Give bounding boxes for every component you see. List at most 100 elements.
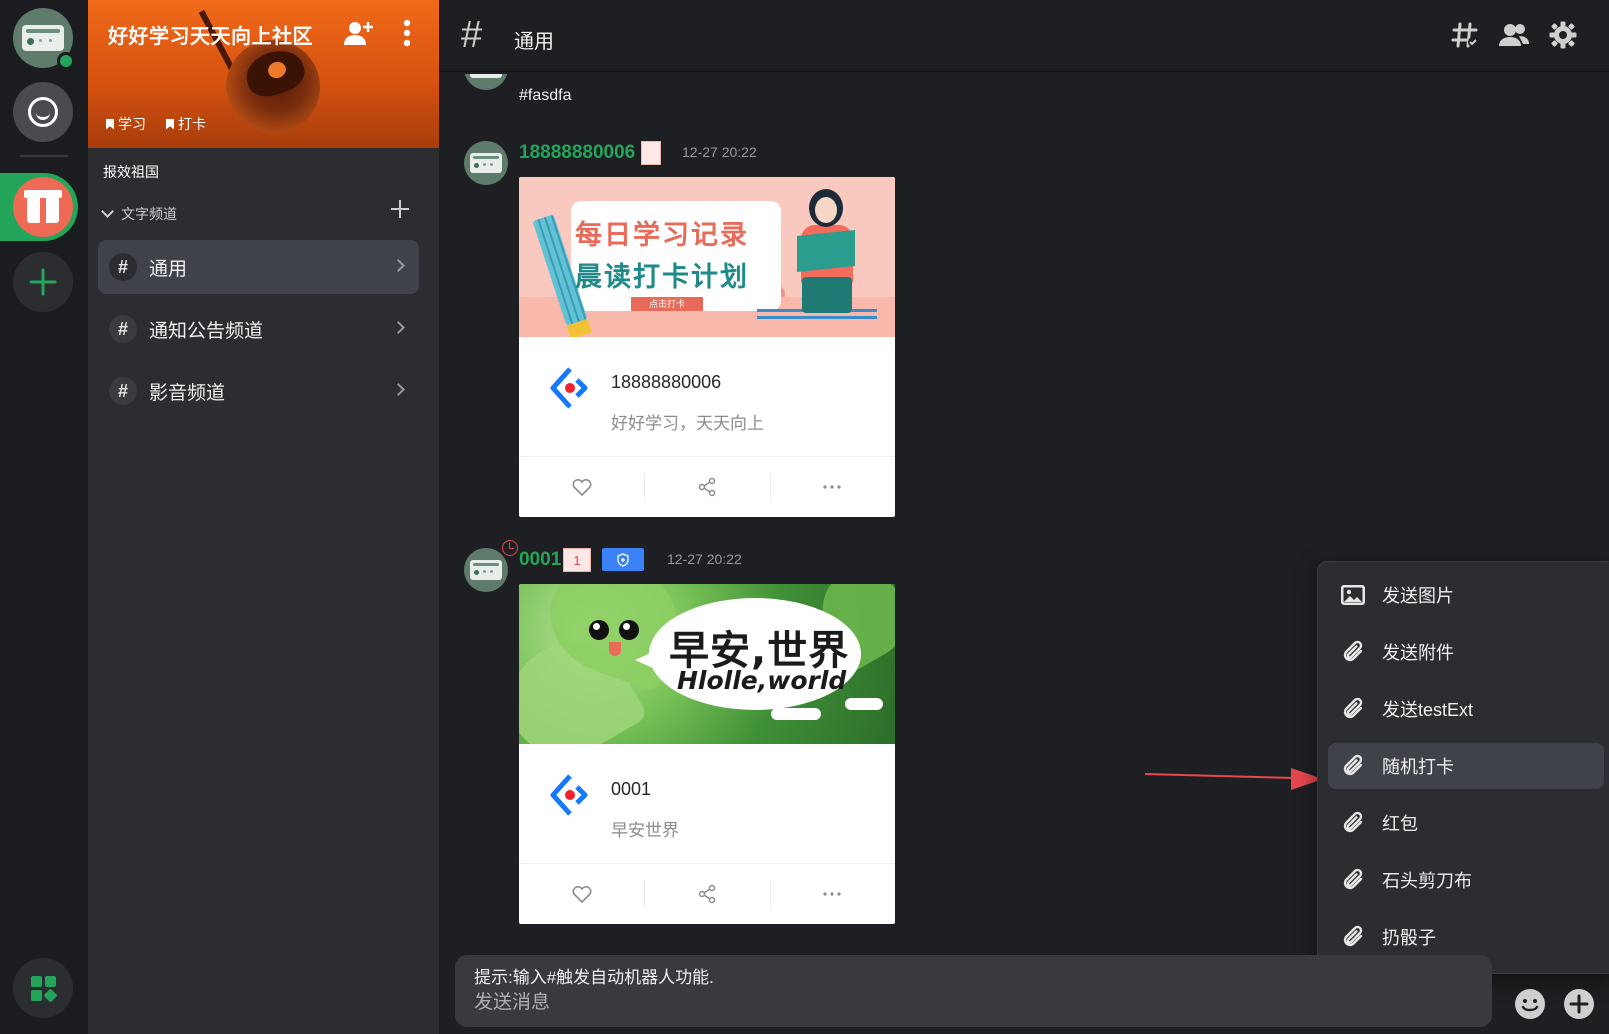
menu-item-roll-dice[interactable]: 扔骰子 bbox=[1328, 914, 1604, 960]
channel-item-media[interactable]: # 影音频道 bbox=[98, 364, 419, 418]
menu-item-random-checkin[interactable]: 随机打卡 bbox=[1328, 743, 1604, 789]
message-composer: 提示:输入#触发自动机器人功能. bbox=[455, 955, 1492, 1027]
card-image: 每日学习记录 晨读打卡计划 点击打卡 bbox=[519, 177, 895, 337]
category-label: 文字频道 bbox=[121, 206, 177, 222]
message-timestamp: 12-27 20:22 bbox=[667, 551, 742, 567]
menu-item-label: 发送附件 bbox=[1382, 643, 1454, 663]
heart-icon bbox=[572, 885, 592, 904]
chevron-right-icon bbox=[392, 321, 405, 334]
clock-icon bbox=[502, 540, 518, 556]
chevron-right-icon bbox=[392, 259, 405, 272]
community-tag: 打卡 bbox=[166, 114, 206, 134]
channel-sidebar: 好好学习天天向上社区 学习 打卡 报效祖国 文字频道 # 通用 # 通知公告频道 bbox=[88, 0, 439, 1034]
paperclip-icon bbox=[1340, 639, 1366, 665]
channel-header: # 通用 bbox=[439, 0, 1609, 72]
plus-icon bbox=[29, 268, 57, 296]
paperclip-icon bbox=[1340, 810, 1366, 836]
menu-item-label: 红包 bbox=[1382, 814, 1418, 834]
server-rail bbox=[0, 0, 88, 1034]
channel-name: 通知公告频道 bbox=[149, 320, 264, 342]
kebab-menu-icon bbox=[403, 19, 411, 47]
threads-button[interactable] bbox=[1448, 18, 1482, 52]
add-server-button[interactable] bbox=[13, 252, 73, 312]
menu-item-red-packet[interactable]: 红包 bbox=[1328, 800, 1604, 846]
direct-messages-button[interactable] bbox=[13, 82, 73, 142]
heart-icon bbox=[572, 478, 592, 497]
plus-icon bbox=[391, 200, 409, 218]
message-username[interactable]: 0001 bbox=[519, 549, 561, 571]
settings-button[interactable] bbox=[1546, 18, 1580, 52]
more-button[interactable] bbox=[769, 457, 895, 517]
role-badge bbox=[602, 548, 644, 571]
like-button[interactable] bbox=[519, 457, 644, 517]
bookmark-icon bbox=[166, 118, 174, 130]
community-tag: 学习 bbox=[106, 114, 146, 134]
channel-item-general[interactable]: # 通用 bbox=[98, 240, 419, 294]
community-title: 好好学习天天向上社区 bbox=[108, 26, 313, 48]
app-logo-icon bbox=[550, 367, 588, 409]
app-logo-icon bbox=[550, 774, 588, 816]
more-button[interactable] bbox=[769, 864, 895, 924]
message-timestamp: 12-27 20:22 bbox=[682, 144, 757, 160]
shield-icon bbox=[617, 552, 629, 567]
message-input[interactable] bbox=[474, 992, 1464, 1014]
card-description: 好好学习，天天向上 bbox=[611, 414, 764, 433]
like-button[interactable] bbox=[519, 864, 644, 924]
channel-category-toggle[interactable]: 文字频道 bbox=[101, 204, 177, 224]
menu-item-label: 随机打卡 bbox=[1382, 757, 1454, 777]
share-button[interactable] bbox=[644, 457, 769, 517]
hash-icon: # bbox=[109, 253, 137, 281]
attach-plus-button[interactable] bbox=[1561, 986, 1597, 1022]
smile-icon bbox=[28, 97, 58, 127]
online-status-dot bbox=[57, 52, 75, 70]
server-gift-icon[interactable] bbox=[13, 177, 73, 237]
hash-icon: # bbox=[109, 315, 137, 343]
card-title: 0001 bbox=[611, 779, 652, 799]
channel-name: 影音频道 bbox=[149, 382, 226, 404]
chevron-right-icon bbox=[392, 383, 405, 396]
menu-item-label: 石头剪刀布 bbox=[1382, 871, 1472, 891]
apps-icon bbox=[30, 975, 58, 1003]
community-banner: 好好学习天天向上社区 学习 打卡 bbox=[88, 0, 439, 148]
hash-icon: # bbox=[461, 14, 483, 56]
add-user-icon bbox=[344, 22, 373, 45]
bookmark-icon bbox=[106, 118, 114, 130]
rail-divider bbox=[20, 155, 68, 157]
plus-circle-icon bbox=[1564, 989, 1594, 1019]
share-button[interactable] bbox=[644, 864, 769, 924]
emoji-button[interactable] bbox=[1512, 986, 1548, 1022]
card-image-subheadline: Hlolle,world bbox=[677, 666, 847, 695]
paperclip-icon bbox=[1340, 753, 1366, 779]
card-image-subheadline: 晨读打卡计划 bbox=[575, 262, 749, 293]
message-avatar[interactable] bbox=[464, 141, 508, 185]
channel-item-announcements[interactable]: # 通知公告频道 bbox=[98, 302, 419, 356]
members-button[interactable] bbox=[1497, 18, 1531, 52]
card-body: 0001 早安世界 bbox=[519, 744, 895, 864]
checkin-card[interactable]: 早安,世界 Hlolle,world 0001 早安世界 bbox=[519, 584, 895, 924]
message-avatar[interactable] bbox=[464, 548, 508, 592]
paperclip-icon bbox=[1340, 696, 1366, 722]
menu-item-rock-paper-scissors[interactable]: 石头剪刀布 bbox=[1328, 857, 1604, 903]
menu-item-send-file[interactable]: 发送附件 bbox=[1328, 629, 1604, 675]
image-icon bbox=[1340, 582, 1366, 608]
message-text: #fasdfa bbox=[519, 87, 572, 104]
card-image-headline: 每日学习记录 bbox=[575, 220, 749, 251]
card-body: 18888880006 好好学习，天天向上 bbox=[519, 337, 895, 457]
paperclip-icon bbox=[1340, 867, 1366, 893]
checkin-card[interactable]: 每日学习记录 晨读打卡计划 点击打卡 18888880006 好好学习，天天向上 bbox=[519, 177, 895, 517]
paperclip-icon bbox=[1340, 924, 1366, 950]
discover-apps-button[interactable] bbox=[13, 958, 73, 1018]
chevron-down-icon bbox=[101, 205, 114, 218]
message-username[interactable]: 18888880006 bbox=[519, 142, 635, 164]
members-icon bbox=[1499, 24, 1529, 46]
card-actions bbox=[519, 864, 895, 924]
menu-item-send-image[interactable]: 发送图片 bbox=[1328, 572, 1604, 618]
invite-user-button[interactable] bbox=[344, 18, 374, 48]
menu-item-send-testext[interactable]: 发送testExt bbox=[1328, 686, 1604, 732]
annotation-arrow-icon bbox=[1145, 768, 1323, 790]
share-icon bbox=[698, 477, 716, 497]
more-options-button[interactable] bbox=[392, 18, 422, 48]
card-actions bbox=[519, 457, 895, 517]
community-motto: 报效祖国 bbox=[103, 164, 159, 180]
add-channel-button[interactable] bbox=[388, 197, 412, 221]
